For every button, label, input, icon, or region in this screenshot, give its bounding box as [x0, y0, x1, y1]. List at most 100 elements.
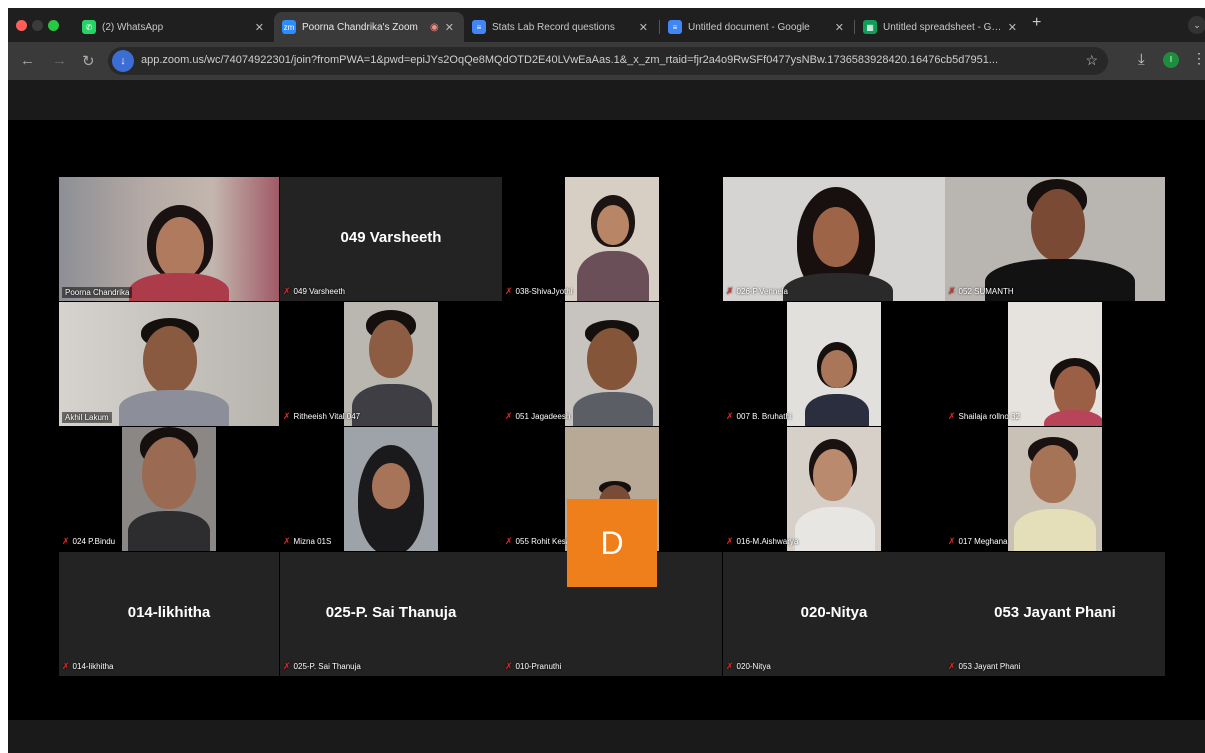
video-tile-poorna-chandrika[interactable]: Poorna Chandrika: [59, 177, 279, 301]
participant-name: ✗ Ritheeish Vital 047: [283, 411, 361, 421]
muted-mic-icon: ✗: [948, 411, 956, 421]
whatsapp-icon: ✆: [82, 20, 96, 34]
browser-tab-bar: ✆ (2) WhatsApp ✕ zm Poorna Chandrika's Z…: [8, 8, 1205, 42]
browser-toolbar: ← → ↻ ↓ app.zoom.us/wc/74074922301/join?…: [8, 42, 1205, 80]
zoom-icon: zm: [282, 20, 296, 34]
participant-name: ✗ 026-P.Vennela: [726, 286, 789, 296]
video-tile-026-p-vennela[interactable]: ✗ 026-P.Vennela: [723, 177, 945, 301]
video-tile-akhil-lakum[interactable]: Akhil Lakum: [59, 302, 279, 426]
muted-mic-icon: ✗: [948, 661, 956, 671]
participant-display-name: 014-likhitha: [127, 604, 211, 622]
tab-label: (2) WhatsApp: [102, 21, 164, 33]
muted-mic-icon: ✗: [283, 536, 291, 546]
participant-display-name: 049 Varsheeth: [340, 229, 442, 247]
window-minimize-button[interactable]: [32, 20, 43, 31]
sheets-icon: ▦: [863, 20, 877, 34]
participant-name: ✗ 010-Pranuthi: [505, 661, 562, 671]
participant-name: ✗ 052 SUMANTH: [948, 286, 1014, 296]
profile-avatar[interactable]: I: [1163, 52, 1179, 68]
muted-mic-icon: ✗: [505, 411, 513, 421]
name-tile-053-jayant-phani[interactable]: 053 Jayant Phani ✗ 053 Jayant Phani: [945, 552, 1165, 676]
muted-mic-icon: ✗: [948, 286, 956, 296]
tab-label: Untitled document - Google: [688, 21, 810, 33]
new-tab-button[interactable]: +: [1032, 14, 1041, 32]
participant-name: ✗ Mizna 01S: [283, 536, 332, 546]
name-tile-014-likhitha[interactable]: 014-likhitha ✗ 014-likhitha: [59, 552, 279, 676]
window-zoom-button[interactable]: [48, 20, 59, 31]
participant-name: ✗ 007 B. Bruhathi: [726, 411, 792, 421]
muted-mic-icon: ✗: [726, 411, 734, 421]
participant-name: Poorna Chandrika: [62, 287, 133, 298]
participant-display-name: 025-P. Sai Thanuja: [325, 604, 457, 622]
name-tile-025-p-sai-thanuja[interactable]: 025-P. Sai Thanuja ✗ 025-P. Sai Thanuja: [280, 552, 502, 676]
close-icon[interactable]: ✕: [835, 21, 844, 34]
participant-name: ✗ 020-Nitya: [726, 661, 771, 671]
participant-avatar: D: [567, 499, 657, 587]
close-icon[interactable]: ✕: [445, 21, 454, 34]
site-info-icon[interactable]: ↓: [112, 50, 134, 72]
video-tile-016-m-aishwarya[interactable]: ✗ 016-M.Aishwarya: [723, 427, 945, 551]
browser-menu-icon[interactable]: ⋮: [1192, 50, 1205, 67]
screenshot: ✆ (2) WhatsApp ✕ zm Poorna Chandrika's Z…: [8, 8, 1205, 753]
participant-name: ✗ 049 Varsheeth: [283, 286, 345, 296]
tab-stats-lab[interactable]: ≡ Stats Lab Record questions ✕: [464, 12, 658, 42]
muted-mic-icon: ✗: [283, 411, 291, 421]
address-bar[interactable]: ↓ app.zoom.us/wc/74074922301/join?fromPW…: [108, 47, 1108, 75]
tab-untitled-document[interactable]: ≡ Untitled document - Google ✕: [660, 12, 854, 42]
close-icon[interactable]: ✕: [1008, 21, 1017, 34]
participant-name: ✗ 051 Jagadeesh: [505, 411, 571, 421]
forward-icon[interactable]: →: [52, 52, 67, 69]
participant-name: ✗ Shailaja rollno 32: [948, 411, 1020, 421]
name-tile-049-varsheeth[interactable]: 049 Varsheeth ✗ 049 Varsheeth: [280, 177, 502, 301]
video-tile-shailaja-rollno-32[interactable]: ✗ Shailaja rollno 32: [945, 302, 1165, 426]
close-icon[interactable]: ✕: [639, 21, 648, 34]
muted-mic-icon: ✗: [62, 661, 70, 671]
participant-name: Akhil Lakum: [62, 412, 112, 423]
recording-icon: ◉: [430, 21, 439, 33]
participant-name: ✗ 038-ShivaJyothi: [505, 286, 573, 296]
participant-name: ✗ 016-M.Aishwarya: [726, 536, 799, 546]
meeting-bottom-bar: [8, 720, 1205, 753]
name-tile-020-nitya[interactable]: 020-Nitya ✗ 020-Nitya: [723, 552, 945, 676]
muted-mic-icon: ✗: [726, 286, 734, 296]
tab-untitled-spreadsheet[interactable]: ▦ Untitled spreadsheet - Googl ✕: [855, 12, 1027, 42]
muted-mic-icon: ✗: [726, 536, 734, 546]
participant-name: ✗ 025-P. Sai Thanuja: [283, 661, 361, 671]
docs-icon: ≡: [472, 20, 486, 34]
url-text[interactable]: app.zoom.us/wc/74074922301/join?fromPWA=…: [141, 54, 1071, 66]
participant-name: ✗ 053 Jayant Phani: [948, 661, 1021, 671]
tab-label: Stats Lab Record questions: [492, 21, 615, 33]
tab-zoom-meeting[interactable]: zm Poorna Chandrika's Zoom ◉ ✕: [274, 12, 464, 42]
video-tile-017-meghana[interactable]: ✗ 017 Meghana: [945, 427, 1165, 551]
meeting-top-bar: [8, 80, 1205, 120]
participant-display-name: 053 Jayant Phani: [994, 604, 1116, 622]
muted-mic-icon: ✗: [505, 536, 513, 546]
download-icon[interactable]: ⤓: [1138, 51, 1145, 68]
video-tile-ritheeish-vital-047[interactable]: ✗ Ritheeish Vital 047: [280, 302, 502, 426]
muted-mic-icon: ✗: [505, 661, 513, 671]
participant-display-name: 020-Nitya: [800, 604, 868, 622]
muted-mic-icon: ✗: [948, 536, 956, 546]
participant-name: ✗ 024 P.Bindu: [62, 536, 116, 546]
video-tile-051-jagadeesh[interactable]: ✗ 051 Jagadeesh: [502, 302, 722, 426]
video-tile-007-b-bruhathi[interactable]: ✗ 007 B. Bruhathi: [723, 302, 945, 426]
muted-mic-icon: ✗: [505, 286, 513, 296]
video-tile-mizna-01s[interactable]: ✗ Mizna 01S: [280, 427, 502, 551]
back-icon[interactable]: ←: [20, 52, 35, 69]
docs-icon: ≡: [668, 20, 682, 34]
reload-icon[interactable]: ↻: [82, 52, 95, 70]
muted-mic-icon: ✗: [62, 536, 70, 546]
participant-name: ✗ 017 Meghana: [948, 536, 1008, 546]
video-tile-024-p-bindu[interactable]: ✗ 024 P.Bindu: [59, 427, 279, 551]
tab-label: Poorna Chandrika's Zoom: [302, 21, 418, 33]
tab-whatsapp[interactable]: ✆ (2) WhatsApp ✕: [74, 12, 274, 42]
tab-label: Untitled spreadsheet - Googl: [883, 21, 1002, 33]
close-icon[interactable]: ✕: [255, 21, 264, 34]
muted-mic-icon: ✗: [283, 661, 291, 671]
window-close-button[interactable]: [16, 20, 27, 31]
video-tile-038-shivajyothi[interactable]: ✗ 038-ShivaJyothi: [502, 177, 722, 301]
participant-name: ✗ 014-likhitha: [62, 661, 114, 671]
video-tile-052-sumanth[interactable]: ✗ 052 SUMANTH: [945, 177, 1165, 301]
bookmark-star-icon[interactable]: ☆: [1085, 52, 1098, 69]
tab-search-icon[interactable]: ⌄: [1188, 16, 1205, 34]
